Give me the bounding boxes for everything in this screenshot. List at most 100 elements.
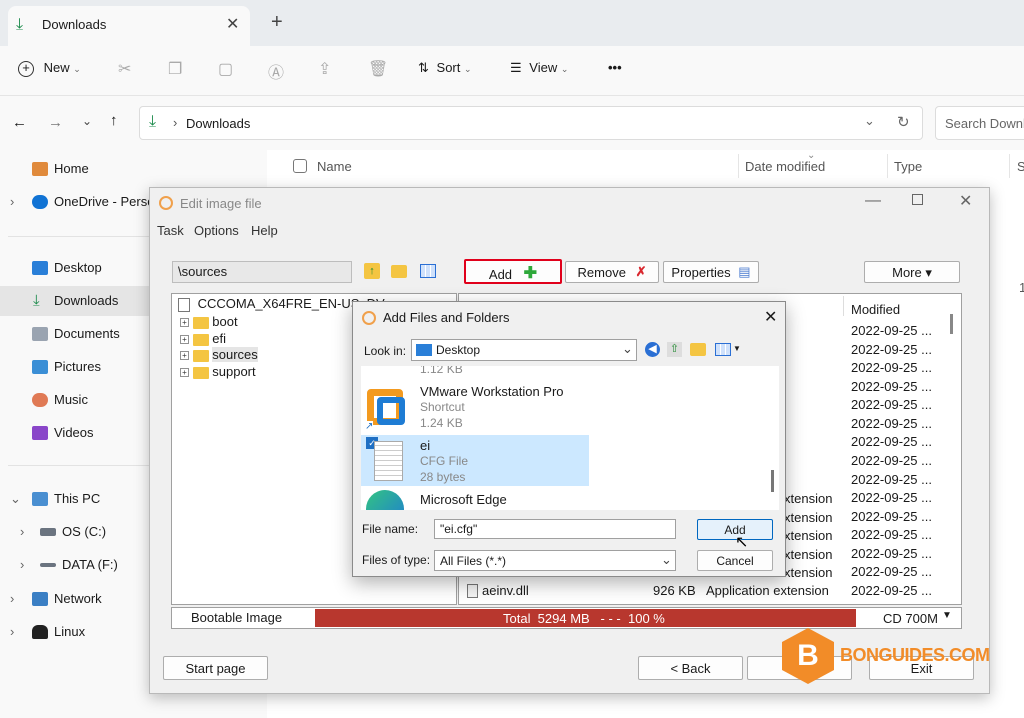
view-menu-icon[interactable] xyxy=(715,343,731,356)
list-scrollbar-thumb[interactable] xyxy=(950,314,953,334)
paste-icon[interactable]: ▢ xyxy=(218,59,233,79)
back-arrow-icon[interactable]: ← xyxy=(12,114,27,131)
new-label: New xyxy=(43,60,70,75)
column-name[interactable]: Name xyxy=(317,159,352,174)
search-input[interactable]: Search Downlo xyxy=(935,106,1024,140)
breadcrumb-downloads[interactable]: Downloads xyxy=(186,116,250,131)
column-size[interactable]: S xyxy=(1017,159,1024,174)
new-folder-icon[interactable] xyxy=(690,343,706,356)
file-item-name: VMware Workstation Pro xyxy=(420,384,564,399)
row-date: 2022-09-25 ... xyxy=(851,323,932,338)
bootable-image-label: Bootable Image xyxy=(191,610,283,625)
file-item-edge[interactable]: Microsoft Edge xyxy=(361,486,591,510)
back-button[interactable]: < Back xyxy=(638,656,743,680)
videos-icon xyxy=(32,426,48,440)
path-field[interactable]: \sources xyxy=(172,261,352,283)
delete-icon[interactable]: 🗑 xyxy=(368,59,388,79)
row-type: xtension xyxy=(784,491,833,506)
remove-button[interactable]: Remove ✗ xyxy=(565,261,659,283)
music-icon xyxy=(32,393,48,407)
dropdown-arrow-icon: ▼ xyxy=(942,610,952,621)
go-back-icon[interactable]: ◀ xyxy=(645,342,660,357)
column-date-modified[interactable]: Date modified xyxy=(745,159,825,174)
expand-plus-icon[interactable]: + xyxy=(180,335,189,345)
expand-chevron-icon[interactable]: › xyxy=(20,517,24,547)
up-arrow-icon[interactable]: ↑ xyxy=(110,112,118,129)
tab-title: Downloads xyxy=(42,17,107,32)
command-bar: + New ⌄ ✂ ❐ ▢ Ⓐ ⇪ 🗑 ⇅ Sort ⌄ ☰ View ⌄ ••… xyxy=(0,46,1024,96)
expand-chevron-icon[interactable]: › xyxy=(20,550,24,580)
add-button-label: Add xyxy=(488,267,513,282)
column-type[interactable]: Type xyxy=(894,159,922,174)
select-all-checkbox[interactable] xyxy=(293,159,307,173)
tree-item-boot[interactable]: + boot xyxy=(180,314,238,329)
file-icon xyxy=(467,584,478,598)
file-item-vmware[interactable]: ↗ VMware Workstation Pro Shortcut 1.24 K… xyxy=(361,383,591,435)
tree-item-support[interactable]: + support xyxy=(180,364,256,379)
look-in-select[interactable]: Desktop ⌄ xyxy=(411,339,637,361)
more-options-button[interactable]: ••• xyxy=(608,60,622,75)
share-icon[interactable]: ⇪ xyxy=(318,59,331,79)
close-window-icon[interactable]: ✕ xyxy=(959,191,972,211)
nav-item-home[interactable]: Home xyxy=(0,154,267,184)
folder-icon xyxy=(192,316,209,329)
capacity-progress-bar: Total 5294 MB - - - 100 % xyxy=(315,609,856,627)
side-date-text: 1025 xyxy=(1019,280,1024,295)
download-icon: ⤓ xyxy=(33,292,40,309)
expand-chevron-icon[interactable]: › xyxy=(10,617,14,647)
sort-button[interactable]: ⇅ Sort ⌄ xyxy=(418,60,472,76)
close-dialog-icon[interactable]: ✕ xyxy=(764,307,777,327)
expand-plus-icon[interactable]: + xyxy=(180,318,189,328)
tree-item-efi[interactable]: + efi xyxy=(180,331,226,346)
new-folder-icon[interactable] xyxy=(391,265,407,278)
window-title: Edit image file xyxy=(180,196,262,211)
maximize-icon[interactable] xyxy=(912,194,923,205)
media-select[interactable]: CD 700M ▼ xyxy=(874,609,960,627)
copy-icon[interactable]: ❐ xyxy=(168,59,182,79)
row-date: 2022-09-25 ... xyxy=(851,509,932,524)
look-in-value: Desktop xyxy=(436,343,481,357)
files-of-type-select[interactable]: All Files (*.*) ⌄ xyxy=(434,550,676,571)
tree-item-sources[interactable]: + sources xyxy=(180,347,258,362)
new-button[interactable]: + New ⌄ xyxy=(18,60,81,77)
more-button[interactable]: More ▾ xyxy=(864,261,960,283)
properties-button[interactable]: Properties ▤ xyxy=(663,261,759,283)
recent-chevron-icon[interactable]: ⌄ xyxy=(82,114,92,128)
start-page-button[interactable]: Start page xyxy=(163,656,268,680)
minimize-icon[interactable]: — xyxy=(865,192,881,210)
file-name-input[interactable]: "ei.cfg" xyxy=(434,519,676,539)
column-separator xyxy=(738,154,739,178)
menu-help[interactable]: Help xyxy=(251,223,278,238)
add-button[interactable]: Add ✚ xyxy=(464,259,562,284)
close-tab-icon[interactable]: ✕ xyxy=(226,14,239,34)
expand-plus-icon[interactable]: + xyxy=(180,368,189,378)
folder-up-icon[interactable]: ⇧ xyxy=(667,342,682,357)
file-browser-scrollbar-thumb[interactable] xyxy=(771,470,774,492)
pictures-icon xyxy=(32,360,48,374)
network-icon xyxy=(32,592,48,606)
column-modified[interactable]: Modified xyxy=(851,302,900,317)
plus-circle-icon: + xyxy=(18,61,34,77)
row-date: 2022-09-25 ... xyxy=(851,416,932,431)
rename-icon[interactable]: Ⓐ xyxy=(268,59,284,83)
address-bar[interactable]: ⤓ › Downloads ⌄ ↻ xyxy=(139,106,923,140)
cut-icon[interactable]: ✂ xyxy=(118,59,131,79)
expand-chevron-icon[interactable]: › xyxy=(10,187,14,217)
file-item-ei[interactable]: ✓ ei CFG File 28 bytes xyxy=(361,435,589,486)
tab-downloads[interactable]: ⤓ Downloads ✕ xyxy=(8,6,250,46)
expand-chevron-icon[interactable]: › xyxy=(10,584,14,614)
dialog-cancel-button[interactable]: Cancel xyxy=(697,550,773,571)
new-tab-icon[interactable]: + xyxy=(271,11,283,34)
view-button[interactable]: ☰ View ⌄ xyxy=(510,60,568,76)
expand-plus-icon[interactable]: + xyxy=(180,351,189,361)
refresh-icon[interactable]: ↻ xyxy=(897,113,910,131)
row-date: 2022-09-25 ... xyxy=(851,360,932,375)
menu-task[interactable]: Task xyxy=(157,223,184,238)
menu-options[interactable]: Options xyxy=(194,223,239,238)
forward-arrow-icon[interactable]: → xyxy=(48,114,63,131)
folder-up-icon[interactable]: ↑ xyxy=(364,263,380,279)
expand-chevron-icon[interactable]: ⌄ xyxy=(10,484,21,514)
list-row-aeinv[interactable]: aeinv.dll 926 KB Application extension xyxy=(464,583,834,601)
address-dropdown-icon[interactable]: ⌄ xyxy=(864,113,875,129)
view-grid-icon[interactable] xyxy=(420,264,436,278)
